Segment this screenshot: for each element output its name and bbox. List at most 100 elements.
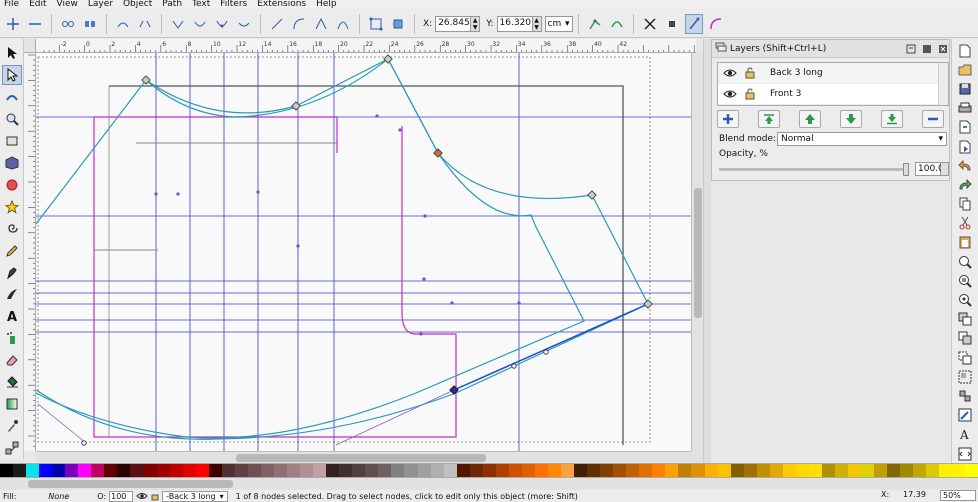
selected-path-segment[interactable]	[453, 303, 649, 391]
color-swatch[interactable]	[808, 464, 822, 477]
show-transform-handles-icon[interactable]	[641, 14, 659, 34]
text-tool-icon[interactable]: A	[2, 306, 22, 326]
color-swatch[interactable]	[65, 464, 79, 477]
dropper-tool-icon[interactable]	[2, 416, 22, 436]
vertical-ruler[interactable]	[24, 53, 36, 451]
layer-row[interactable]: Front 3	[718, 84, 948, 105]
zoom-tool-icon[interactable]	[2, 109, 22, 129]
color-swatch[interactable]	[495, 464, 509, 477]
color-swatch[interactable]	[195, 464, 209, 477]
layer-to-top-button[interactable]	[758, 110, 780, 128]
opacity-slider-thumb[interactable]	[903, 162, 909, 176]
edit-clip-path-icon[interactable]	[586, 14, 604, 34]
color-swatch[interactable]	[626, 464, 640, 477]
unlock-icon[interactable]	[740, 67, 760, 79]
cut-icon[interactable]	[956, 215, 974, 231]
menu-view[interactable]: View	[53, 0, 84, 9]
pencil-tool-icon[interactable]	[2, 241, 22, 261]
y-spinner[interactable]: ▲ ▼	[532, 15, 542, 32]
color-swatch[interactable]	[665, 464, 679, 477]
color-swatch[interactable]	[678, 464, 692, 477]
text-font-icon[interactable]: A	[956, 426, 974, 442]
color-swatch[interactable]	[613, 464, 627, 477]
layer-list-scrollbar[interactable]	[938, 63, 948, 105]
color-swatch[interactable]	[952, 464, 966, 477]
fill-indicator[interactable]: None	[48, 492, 69, 501]
horizontal-scrollbar[interactable]	[36, 451, 691, 463]
make-cusp-icon[interactable]	[312, 14, 330, 34]
insert-node-icon[interactable]	[4, 14, 22, 34]
menu-text[interactable]: Text	[188, 0, 216, 9]
paint-bucket-tool-icon[interactable]	[2, 372, 22, 392]
node-handle[interactable]	[81, 440, 87, 446]
spiral-tool-icon[interactable]	[2, 219, 22, 239]
eye-icon[interactable]	[720, 89, 740, 99]
symmetric-node-icon[interactable]	[213, 14, 231, 34]
unlock-icon[interactable]	[151, 491, 159, 501]
color-swatch[interactable]	[13, 464, 27, 477]
unlink-clone-icon[interactable]	[956, 350, 974, 366]
color-swatch[interactable]	[52, 464, 66, 477]
paste-icon[interactable]	[956, 234, 974, 250]
menu-path[interactable]: Path	[158, 0, 188, 9]
edit-mask-icon[interactable]	[608, 14, 626, 34]
next-path-effect-icon[interactable]	[707, 14, 725, 34]
print-icon[interactable]	[956, 100, 974, 116]
spray-tool-icon[interactable]	[2, 328, 22, 348]
menu-help[interactable]: Help	[312, 0, 343, 9]
color-swatch[interactable]	[600, 464, 614, 477]
stroke-to-path-icon[interactable]	[389, 14, 407, 34]
color-swatch[interactable]	[430, 464, 444, 477]
blend-mode-select[interactable]: Normal ▾	[777, 132, 947, 146]
open-icon[interactable]	[956, 62, 974, 78]
pen-tool-icon[interactable]	[2, 263, 22, 283]
show-outline-icon[interactable]	[684, 13, 703, 34]
color-swatch[interactable]	[756, 464, 770, 477]
color-swatch[interactable]	[887, 464, 901, 477]
color-swatch[interactable]	[521, 464, 535, 477]
color-swatch[interactable]	[221, 464, 235, 477]
color-swatch[interactable]	[234, 464, 248, 477]
path-nodes[interactable]	[81, 54, 653, 446]
color-swatch[interactable]	[652, 464, 666, 477]
group-icon[interactable]	[956, 369, 974, 385]
color-swatch[interactable]	[874, 464, 888, 477]
palette-scrollbar[interactable]	[0, 478, 978, 490]
color-swatch[interactable]	[0, 464, 14, 477]
tweak-tool-icon[interactable]	[2, 87, 22, 107]
palette-scroll-thumb[interactable]	[28, 480, 233, 488]
zoom-drawing-icon[interactable]	[956, 273, 974, 289]
gradient-tool-icon[interactable]	[2, 394, 22, 414]
menu-file[interactable]: File	[0, 0, 25, 9]
color-swatch[interactable]	[704, 464, 718, 477]
ellipse-tool-icon[interactable]	[2, 175, 22, 195]
drawing-canvas[interactable]	[36, 53, 691, 451]
break-path-icon[interactable]	[81, 14, 99, 34]
color-swatch[interactable]	[247, 464, 261, 477]
eye-icon[interactable]	[136, 492, 148, 500]
layer-name[interactable]: Front 3	[770, 89, 801, 99]
selector-tool-icon[interactable]	[2, 43, 22, 63]
y-input[interactable]: 16.320	[496, 15, 533, 32]
color-swatch[interactable]	[717, 464, 731, 477]
path-node[interactable]	[291, 101, 301, 111]
raise-layer-button[interactable]	[799, 110, 821, 128]
menu-object[interactable]: Object	[119, 0, 158, 9]
menu-extensions[interactable]: Extensions	[253, 0, 312, 9]
delete-segment-icon[interactable]	[136, 14, 154, 34]
color-swatch[interactable]	[260, 464, 274, 477]
zoom-selection-icon[interactable]	[956, 254, 974, 270]
color-swatch[interactable]	[848, 464, 862, 477]
color-swatch[interactable]	[835, 464, 849, 477]
node-handle[interactable]	[511, 363, 517, 369]
color-swatch[interactable]	[169, 464, 183, 477]
make-line-icon[interactable]	[268, 14, 286, 34]
eye-icon[interactable]	[720, 68, 740, 78]
drawing-svg[interactable]	[36, 53, 691, 451]
color-swatch[interactable]	[913, 464, 927, 477]
make-curve-icon[interactable]	[290, 14, 308, 34]
color-swatch[interactable]	[391, 464, 405, 477]
new-document-icon[interactable]	[956, 43, 974, 59]
unit-select[interactable]: cm ▾	[544, 15, 573, 32]
import-icon[interactable]	[956, 119, 974, 135]
